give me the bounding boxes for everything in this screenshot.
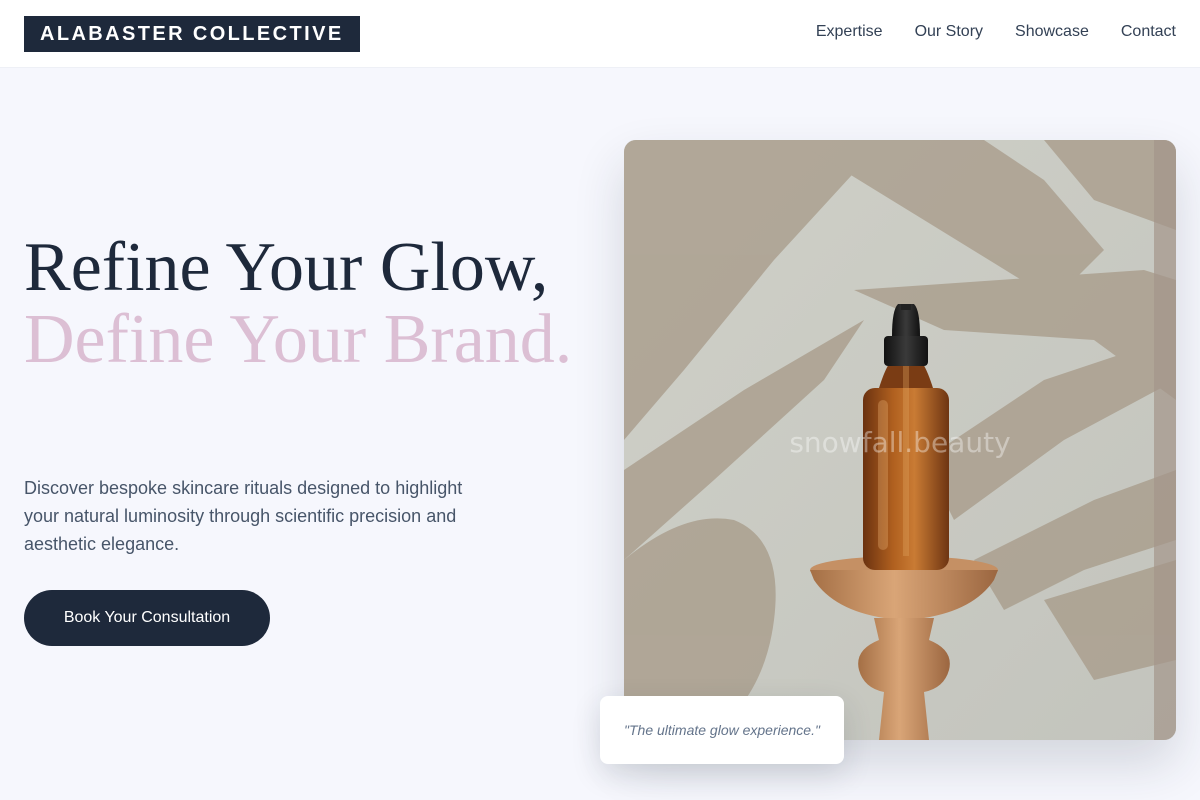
hero-headline: Refine Your Glow, Define Your Brand. — [24, 232, 584, 376]
testimonial-quote: "The ultimate glow experience." — [624, 722, 820, 738]
nav-link-contact[interactable]: Contact — [1121, 22, 1176, 42]
headline-line-1: Refine Your Glow, — [24, 229, 549, 306]
image-watermark: snowfall.beauty — [789, 426, 1011, 459]
main-nav: Expertise Our Story Showcase Contact — [816, 22, 1176, 42]
book-consultation-button[interactable]: Book Your Consultation — [24, 590, 270, 646]
headline: Refine Your Glow, Define Your Brand. — [24, 232, 584, 376]
nav-link-showcase[interactable]: Showcase — [1015, 22, 1089, 42]
headline-line-2: Define Your Brand. — [24, 301, 573, 378]
nav-link-our-story[interactable]: Our Story — [915, 22, 983, 42]
brand-logo[interactable]: ALABASTER COLLECTIVE — [24, 16, 360, 52]
site-header: ALABASTER COLLECTIVE Expertise Our Story… — [0, 0, 1200, 68]
testimonial-card: "The ultimate glow experience." — [600, 696, 844, 764]
hero-description: Discover bespoke skincare rituals design… — [24, 478, 463, 554]
hero-image: snowfall.beauty — [624, 140, 1176, 740]
nav-link-expertise[interactable]: Expertise — [816, 22, 883, 42]
